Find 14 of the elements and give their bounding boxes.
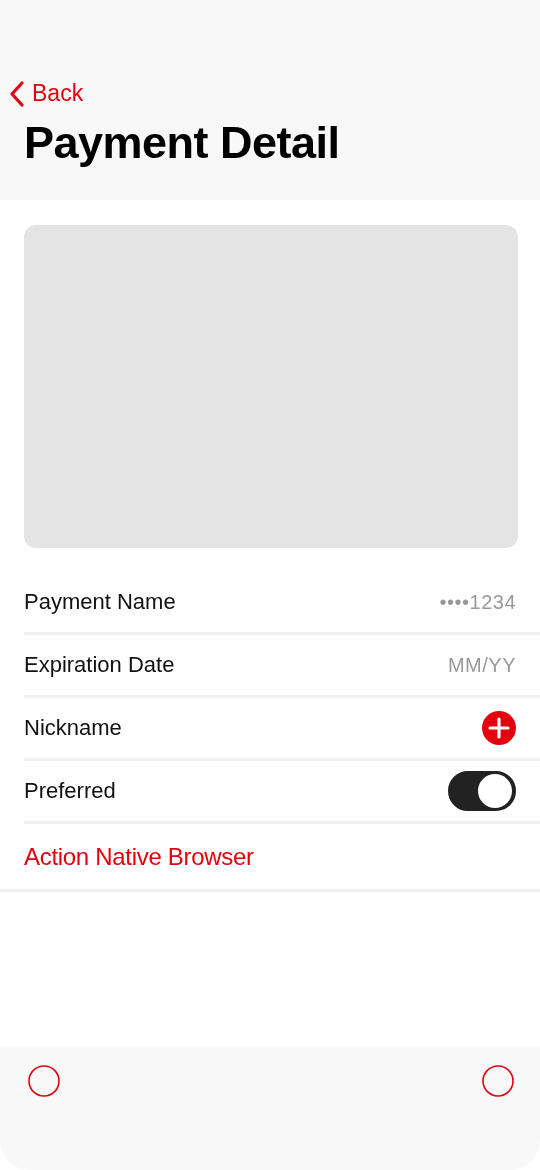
chevron-left-icon <box>10 80 24 107</box>
row-value: ••••1234 <box>439 590 516 614</box>
row-label: Nickname <box>24 715 122 741</box>
add-icon[interactable] <box>482 711 516 745</box>
action-link[interactable]: Action Native Browser <box>24 842 254 871</box>
row-value: MM/YY <box>447 653 516 677</box>
circle-icon[interactable] <box>28 1065 60 1097</box>
circle-icon[interactable] <box>482 1065 514 1097</box>
back-button[interactable]: Back <box>0 80 84 107</box>
page-title: Payment Detail <box>24 117 341 169</box>
toggle-switch[interactable] <box>448 771 516 811</box>
row-label: Preferred <box>24 778 116 804</box>
row-label: Payment Name <box>24 589 176 615</box>
row-label: Expiration Date <box>24 652 175 678</box>
